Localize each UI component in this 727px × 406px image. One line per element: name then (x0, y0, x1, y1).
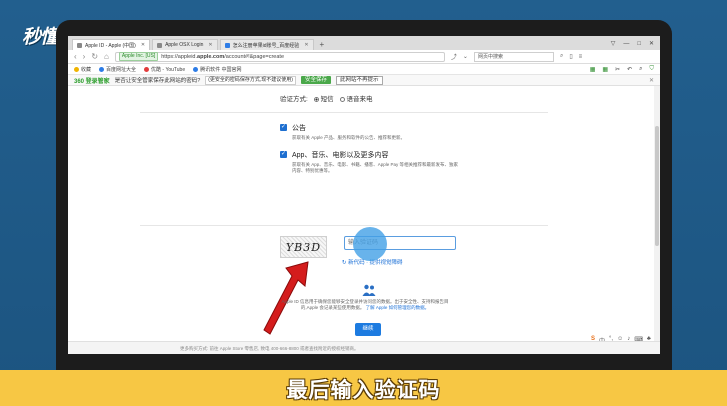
never-ask-button[interactable]: 此网站不再提示 (336, 75, 383, 85)
certificate-badge[interactable]: Apple Inc. [US] (118, 52, 159, 61)
tab-apple-id[interactable]: Apple ID - Apple (中国) ✕ (72, 39, 151, 50)
radio-empty-icon (339, 96, 345, 102)
apple-favicon-icon (157, 42, 163, 48)
video-subtitle: 最后输入验证码 (286, 378, 441, 402)
close-icon[interactable]: ✕ (649, 77, 654, 84)
device-icon[interactable]: ▯ (569, 53, 572, 60)
verify-label: 验证方式: (280, 96, 308, 103)
url-domain: apple.com (197, 53, 225, 60)
search-box[interactable]: 网页中搜索 (473, 51, 554, 62)
save-hint: (更安全的密码保存方式,现不建议使用) (205, 75, 296, 85)
toolbar-extensions: ▦ ▦ ✂ ↶ ⌕ ⛉ (590, 66, 654, 73)
checkbox-checked-icon[interactable]: ✓ (280, 124, 287, 131)
grid-alt-icon[interactable]: ▦ (602, 66, 608, 73)
checkbox-checked-icon[interactable]: ✓ (280, 151, 287, 158)
zoom-icon[interactable]: ⌕ (639, 66, 642, 73)
page-footer: 更多购买方式: 前往 Apple Store 零售店, 致电 400-666-8… (68, 341, 660, 354)
tab-apple-osx-login[interactable]: Apple OSX Login ✕ (152, 39, 218, 50)
checkbox-announcements[interactable]: ✓ 公告 获取有关 Apple 产品、服务和软件的公告、推荐和更新。 (280, 123, 462, 141)
dropdown-icon[interactable]: ⌄ (463, 53, 468, 60)
undo-icon[interactable]: ↶ (627, 66, 632, 73)
360-brand: 360 登录管家 (74, 78, 110, 85)
privacy-link[interactable]: 了解 Apple 如何管理您的数据。 (366, 305, 430, 310)
tab-label: Apple OSX Login (165, 42, 204, 48)
menu-icon[interactable]: ▽ (611, 38, 616, 50)
privacy-notice: Apple ID 信息用于确保您能够安全登录并访问您的数据。出于安全性、支持和报… (281, 299, 449, 310)
divider (140, 225, 548, 226)
browser-window: Apple ID - Apple (中国) ✕ Apple OSX Login … (68, 36, 660, 354)
address-bar[interactable]: Apple Inc. [US] https://appleid. apple.co… (114, 51, 445, 62)
verify-method-row: 验证方式: 短信 语音来电 (280, 93, 372, 103)
refresh-icon: ↻ (342, 260, 347, 266)
minimize-button[interactable]: — (623, 38, 629, 50)
tab-baidu-jingyan[interactable]: 怎么注册苹果id账号_百度经验 ✕ (219, 39, 314, 50)
maximize-button[interactable]: □ (637, 38, 641, 50)
bookmark-tencent[interactable]: 腾讯软件 中国官网 (193, 66, 242, 73)
password-save-bar: 360 登录管家 是否让安全管家保存此网站的密码? (更安全的密码保存方式,现不… (68, 75, 660, 86)
tab-bar: Apple ID - Apple (中国) ✕ Apple OSX Login … (68, 36, 660, 50)
home-icon[interactable]: ⌂ (104, 52, 109, 62)
scrollbar[interactable] (654, 86, 660, 344)
close-icon[interactable]: ✕ (304, 42, 308, 48)
refresh-icon[interactable]: ↻ (91, 52, 98, 62)
page-content: 验证方式: 短信 语音来电 ✓ 公告 获取有关 Apple 产品、服务和软件的公… (68, 86, 660, 345)
grid-icon[interactable]: ▦ (590, 66, 596, 73)
save-question: 是否让安全管家保存此网站的密码? (114, 78, 201, 84)
forward-icon[interactable]: › (83, 52, 86, 62)
menu-lines-icon[interactable]: ≡ (579, 54, 583, 60)
tencent-icon (193, 66, 199, 72)
window-controls: ▽ — □ ✕ (611, 38, 660, 50)
safe-save-button[interactable]: 安全保存 (300, 76, 331, 84)
people-icon (362, 284, 376, 296)
close-icon[interactable]: ✕ (141, 42, 145, 48)
tab-label: Apple ID - Apple (中国) (85, 42, 136, 49)
bookmark-baidu[interactable]: 百度网址大全 (99, 66, 136, 73)
checkbox-title: 公告 (292, 125, 306, 132)
star-icon (74, 66, 79, 72)
search-icon[interactable]: ⌕ (560, 53, 563, 60)
bookmark-favorites[interactable]: 收藏 (74, 66, 91, 73)
scrollbar-thumb[interactable] (655, 126, 659, 246)
url-prefix: https://appleid. (161, 53, 198, 60)
checkbox-description: 获取有关 Apple 产品、服务和软件的公告、推荐和更新。 (292, 135, 406, 140)
radio-voice[interactable]: 语音来电 (339, 93, 372, 103)
close-icon[interactable]: ✕ (208, 42, 212, 48)
red-arrow-icon (263, 261, 309, 335)
tab-label: 怎么注册苹果id账号_百度经验 (232, 42, 300, 49)
shield-icon[interactable]: ⛉ (649, 66, 654, 73)
baidu-favicon-icon (224, 42, 230, 48)
new-tab-button[interactable]: + (316, 39, 329, 50)
apple-favicon-icon (77, 42, 82, 48)
continue-button[interactable]: 继续 (355, 323, 381, 336)
back-icon[interactable]: ‹ (74, 52, 77, 62)
url-path: /account#!&page=create (224, 53, 285, 60)
navigation-toolbar: ‹ › ↻ ⌂ Apple Inc. [US] https://appleid.… (68, 50, 660, 64)
checkbox-apps-music[interactable]: ✓ App、音乐、电影以及更多内容 获取有关 App、音乐、电影、书籍、播客、A… (280, 150, 462, 174)
checkbox-description: 获取有关 App、音乐、电影、书籍、播客、Apple Pay 等相关推荐和最新发… (292, 162, 459, 173)
click-pointer-highlight (353, 227, 387, 261)
divider (140, 112, 548, 113)
paw-icon (99, 66, 105, 72)
radio-selected-icon (313, 96, 319, 102)
radio-sms[interactable]: 短信 (313, 93, 334, 103)
play-icon (144, 66, 150, 72)
close-window-button[interactable]: ✕ (649, 38, 654, 50)
bookmark-youku[interactable]: 优酷 - YouTube (144, 66, 185, 73)
share-icon[interactable]: ⤴ (451, 52, 457, 61)
checkbox-title: App、音乐、电影以及更多内容 (292, 152, 389, 159)
cut-icon[interactable]: ✂ (615, 66, 620, 73)
captcha-image: YB3D (280, 236, 327, 258)
bookmarks-bar: 收藏 百度网址大全 优酷 - YouTube 腾讯软件 中国官网 ▦ ▦ ✂ ↶… (68, 64, 660, 75)
